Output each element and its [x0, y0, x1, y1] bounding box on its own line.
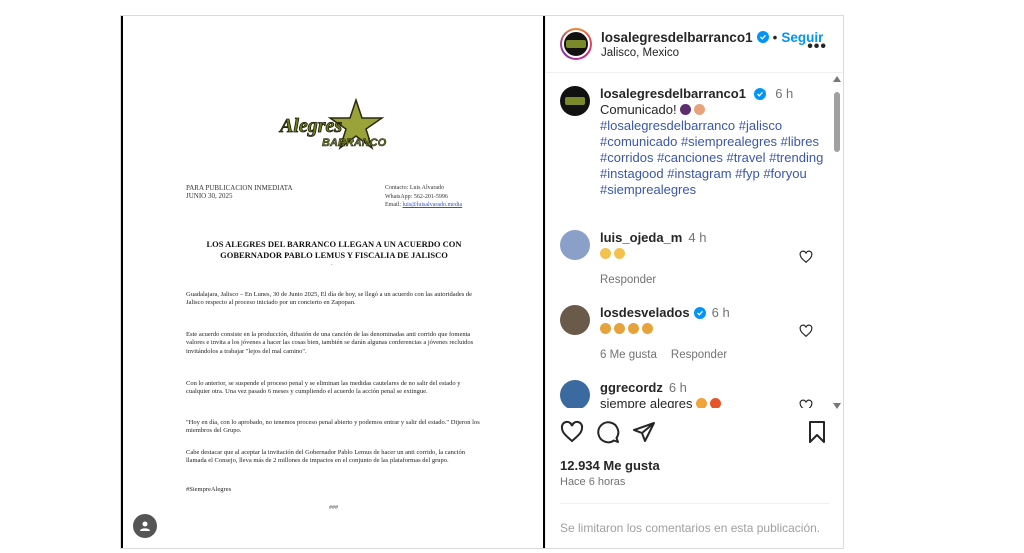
comment-row: siempre alegres [600, 396, 820, 408]
comment-username[interactable]: luis_ojeda_m [600, 230, 682, 245]
user-icon [140, 521, 150, 531]
caption: losalegresdelbarranco1 6 h Comunicado! #… [560, 86, 835, 198]
comment-item: luis_ojeda_m 4 h Responder [560, 230, 820, 286]
trophy-emoji-icon [600, 323, 611, 334]
caption-hashtags[interactable]: #losalegresdelbarranco #jalisco #comunic… [600, 118, 835, 198]
contact-whatsapp: WhatsApp: 562-201-5996 [385, 193, 448, 200]
release-paragraph: "Hoy en día, con lo aprobado, no tenemos… [186, 419, 480, 435]
comment-heart-icon[interactable] [799, 324, 813, 338]
comment-time: 4 h [688, 230, 707, 245]
release-end-mark: ### [329, 505, 338, 511]
contact-name: Contacto: Luis Alvarado [385, 185, 444, 191]
tagged-users-button[interactable] [133, 514, 157, 538]
comment-emoji-row [600, 246, 820, 262]
comment-item: ggrecordz 6 h siempre alegres [560, 380, 820, 408]
comment-time: 6 h [668, 380, 687, 395]
comment-username[interactable]: ggrecordz [600, 380, 663, 395]
save-bookmark-icon[interactable] [805, 420, 829, 444]
band-logo-icon [565, 97, 585, 105]
release-contact: Contacto: Luis Alvarado WhatsApp: 562-20… [385, 184, 462, 210]
post-time: Hace 6 horas [560, 476, 626, 488]
like-heart-icon[interactable] [560, 420, 584, 444]
trophy-emoji-icon [642, 323, 653, 334]
instagram-post-viewer: Alegres BARRANCO PARA PUBLICACION INMEDI… [0, 0, 1024, 553]
trophy-emoji-icon [628, 323, 639, 334]
comment-like-count[interactable]: 6 Me gusta [600, 349, 657, 361]
post-modal: Alegres BARRANCO PARA PUBLICACION INMEDI… [120, 15, 844, 549]
caption-username[interactable]: losalegresdelbarranco1 [600, 86, 746, 101]
caption-time: 6 h [775, 86, 794, 101]
trophy-emoji-icon [614, 323, 625, 334]
contact-email-row: Email: luis@luisalvarado.media [385, 201, 462, 210]
post-sidebar: losalegresdelbarranco1 • Seguir Jalisco,… [545, 16, 843, 548]
reply-button[interactable]: Responder [671, 349, 727, 361]
release-paragraph: Guadalajara, Jalisco – En Lunes, 30 de J… [186, 291, 473, 307]
comment-emoji-row [600, 321, 820, 337]
verified-icon [693, 307, 706, 319]
release-label: PARA PUBLICACION INMEDIATA [186, 184, 293, 192]
clap-emoji-icon [600, 248, 611, 259]
scroll-down-arrow-icon[interactable] [833, 403, 841, 409]
comments-list[interactable]: losalegresdelbarranco1 6 h Comunicado! #… [546, 74, 843, 408]
release-paragraph: Este acuerdo consiste en la producción, … [186, 331, 474, 355]
action-bar [560, 420, 829, 450]
release-header-left: PARA PUBLICACION INMEDIATA JUNIO 30, 202… [186, 184, 293, 200]
scroll-thumb[interactable] [834, 92, 840, 152]
author-avatar[interactable] [560, 28, 592, 60]
post-image[interactable]: Alegres BARRANCO PARA PUBLICACION INMEDI… [121, 16, 545, 548]
title-dot: . [331, 261, 333, 267]
comment-text: siempre alegres [600, 396, 693, 408]
separator-dot: • [772, 29, 778, 45]
band-logo-icon [566, 40, 586, 48]
comment-heart-icon[interactable] [799, 250, 813, 264]
emoji-icon [696, 398, 708, 408]
scroll-up-arrow-icon[interactable] [833, 76, 841, 82]
svg-text:Alegres: Alegres [278, 115, 342, 137]
author-avatar[interactable] [560, 86, 590, 116]
svg-text:BARRANCO: BARRANCO [322, 137, 387, 149]
comments-scrollbar[interactable] [833, 76, 841, 409]
release-date: JUNIO 30, 2025 [186, 192, 233, 200]
email-label: Email: [385, 202, 401, 208]
post-location[interactable]: Jalisco, Mexico [601, 47, 823, 59]
caption-row: Comunicado! [600, 102, 835, 118]
comment-heart-icon[interactable] [799, 399, 813, 408]
comment-icon[interactable] [596, 420, 620, 444]
reply-button[interactable]: Responder [600, 274, 656, 286]
divider [560, 503, 829, 504]
more-options-button[interactable]: ••• [807, 38, 827, 56]
verified-icon [753, 88, 766, 100]
clap-emoji-icon [614, 248, 625, 259]
release-title: LOS ALEGRES DEL BARRANCO LLEGAN A UN ACU… [206, 239, 462, 260]
comment-item: losdesvelados 6 h 6 Me gusta Responder [560, 305, 820, 361]
post-header: losalegresdelbarranco1 • Seguir Jalisco,… [546, 16, 843, 73]
commenter-avatar[interactable] [560, 380, 590, 408]
caption-text: Comunicado! [600, 102, 677, 117]
commenter-avatar[interactable] [560, 305, 590, 335]
commenter-avatar[interactable] [560, 230, 590, 260]
contact-email-link[interactable]: luis@luisalvarado.media [403, 202, 463, 208]
emoji-icon [694, 104, 706, 115]
like-count[interactable]: 12.934 Me gusta [560, 458, 660, 473]
comments-limited-notice: Se limitaron los comentarios en esta pub… [560, 521, 821, 535]
share-icon[interactable] [632, 420, 656, 444]
band-logo: Alegres BARRANCO [278, 98, 387, 151]
release-hashtag: #SiempreAlegres [186, 486, 232, 493]
emoji-icon [680, 104, 692, 115]
release-paragraph: Con lo anterior, se suspende el proceso … [186, 380, 461, 396]
verified-icon [756, 31, 769, 43]
fire-emoji-icon [710, 398, 722, 408]
comment-username[interactable]: losdesvelados [600, 305, 690, 320]
release-paragraph: Cabe destacar que al aceptar la invitaci… [186, 449, 466, 465]
author-username[interactable]: losalegresdelbarranco1 [601, 30, 753, 45]
comment-time: 6 h [711, 305, 730, 320]
